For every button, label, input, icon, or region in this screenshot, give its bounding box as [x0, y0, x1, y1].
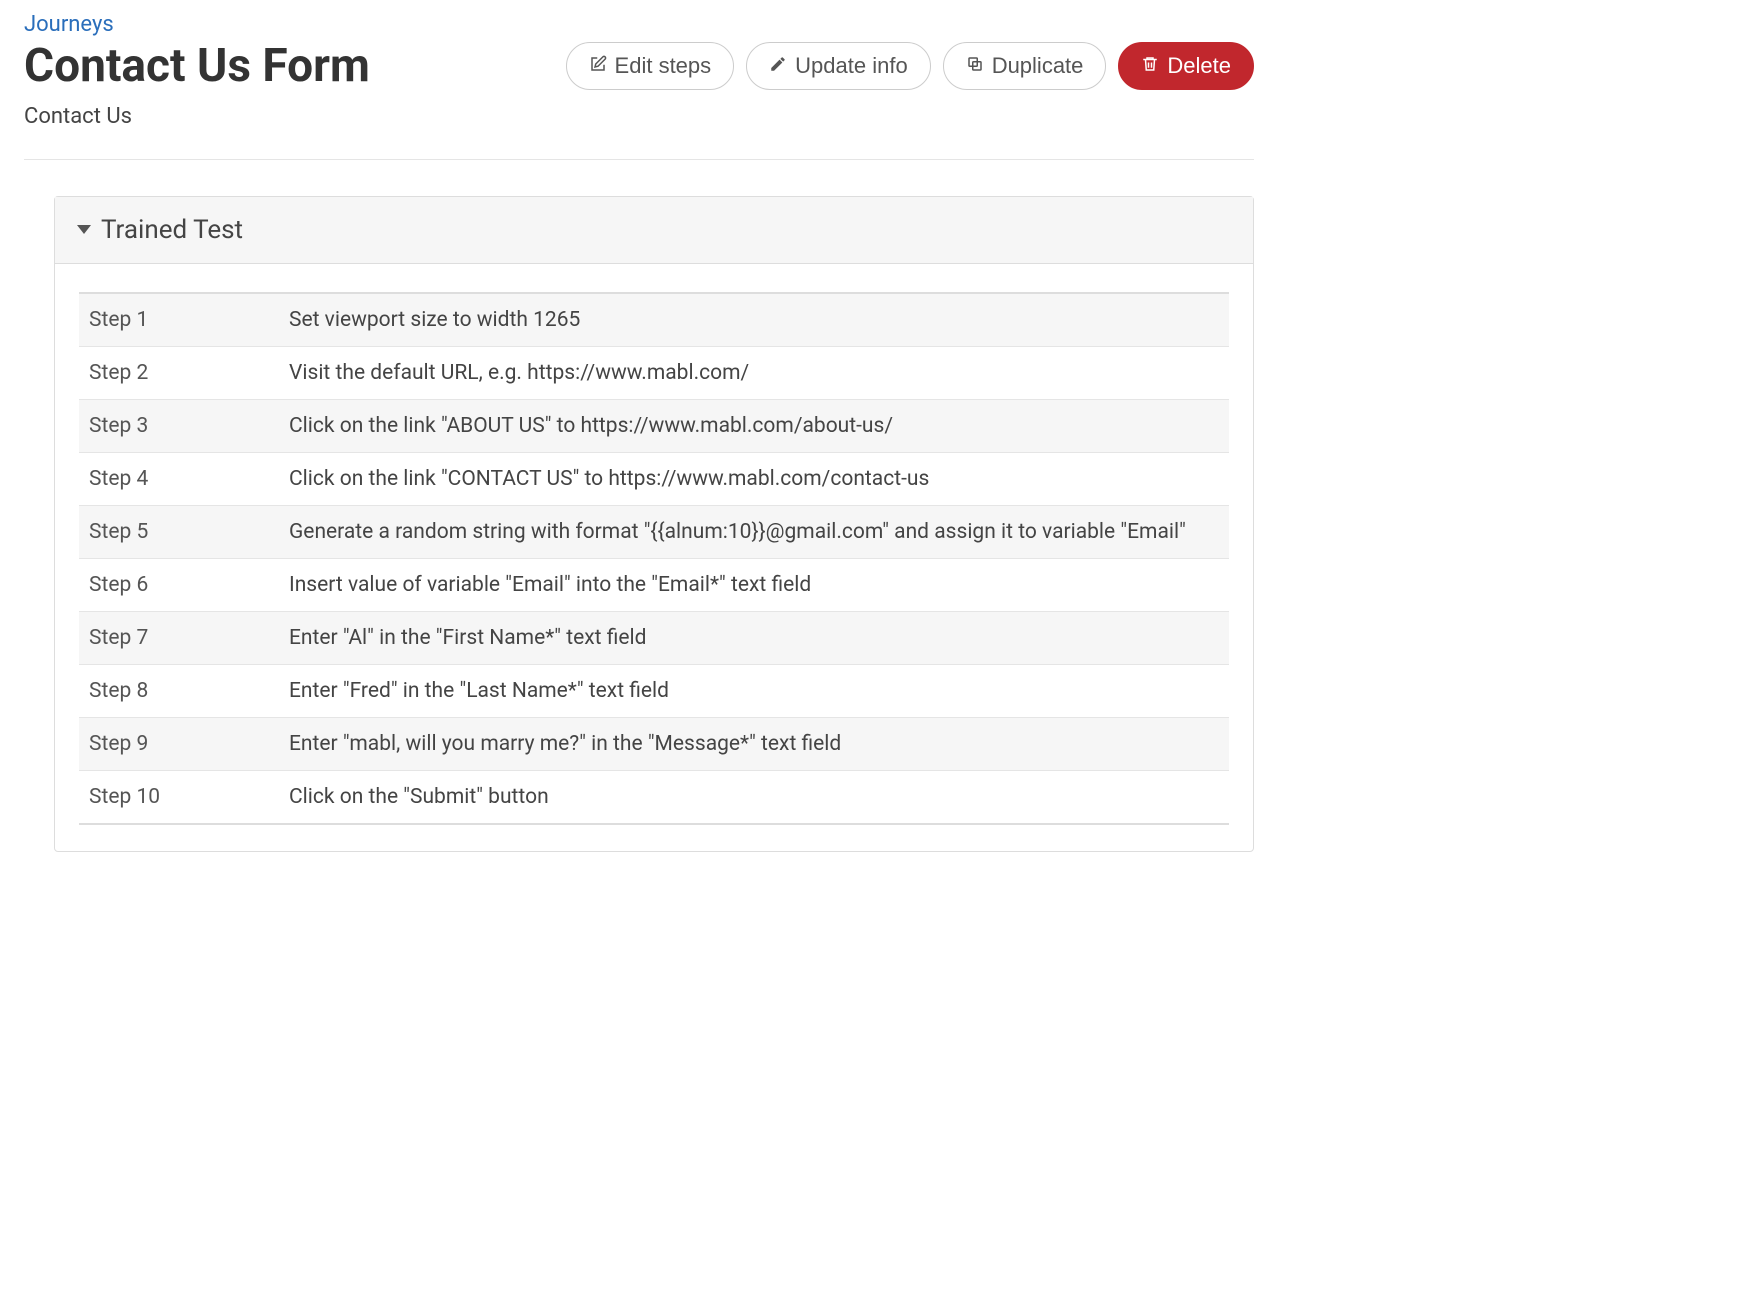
update-info-button[interactable]: Update info [746, 42, 931, 90]
step-label: Step 1 [79, 293, 279, 347]
step-description: Click on the link "CONTACT US" to https:… [279, 452, 1229, 505]
table-row[interactable]: Step 6Insert value of variable "Email" i… [79, 558, 1229, 611]
step-label: Step 4 [79, 452, 279, 505]
delete-label: Delete [1167, 53, 1231, 79]
header-row: Contact Us Form Edit steps Update info [24, 41, 1254, 92]
edit-steps-button[interactable]: Edit steps [566, 42, 735, 90]
step-description: Visit the default URL, e.g. https://www.… [279, 346, 1229, 399]
step-label: Step 2 [79, 346, 279, 399]
table-row[interactable]: Step 2Visit the default URL, e.g. https:… [79, 346, 1229, 399]
table-row[interactable]: Step 3Click on the link "ABOUT US" to ht… [79, 399, 1229, 452]
caret-down-icon [77, 225, 91, 234]
edit-steps-label: Edit steps [615, 53, 712, 79]
table-row[interactable]: Step 8Enter "Fred" in the "Last Name*" t… [79, 664, 1229, 717]
step-label: Step 10 [79, 770, 279, 824]
duplicate-icon [966, 53, 984, 79]
duplicate-label: Duplicate [992, 53, 1084, 79]
table-row[interactable]: Step 10Click on the "Submit" button [79, 770, 1229, 824]
step-description: Generate a random string with format "{{… [279, 505, 1229, 558]
panel-title: Trained Test [101, 215, 243, 245]
trained-test-panel: Trained Test Step 1Set viewport size to … [54, 196, 1254, 852]
step-description: Enter "Al" in the "First Name*" text fie… [279, 611, 1229, 664]
table-row[interactable]: Step 5Generate a random string with form… [79, 505, 1229, 558]
divider [24, 159, 1254, 160]
panel-body: Step 1Set viewport size to width 1265Ste… [55, 264, 1253, 851]
page-subtitle: Contact Us [24, 104, 1254, 129]
breadcrumb-link[interactable]: Journeys [24, 12, 1254, 37]
edit-icon [589, 53, 607, 79]
step-description: Set viewport size to width 1265 [279, 293, 1229, 347]
page-root: Journeys Contact Us Form Edit steps Upda… [0, 0, 1278, 892]
duplicate-button[interactable]: Duplicate [943, 42, 1107, 90]
page-title: Contact Us Form [24, 41, 370, 92]
delete-button[interactable]: Delete [1118, 42, 1254, 90]
step-label: Step 8 [79, 664, 279, 717]
pencil-icon [769, 53, 787, 79]
panel-header[interactable]: Trained Test [55, 197, 1253, 264]
action-bar: Edit steps Update info Duplicate [566, 42, 1254, 90]
step-description: Click on the "Submit" button [279, 770, 1229, 824]
table-row[interactable]: Step 9Enter "mabl, will you marry me?" i… [79, 717, 1229, 770]
steps-table: Step 1Set viewport size to width 1265Ste… [79, 292, 1229, 825]
table-row[interactable]: Step 1Set viewport size to width 1265 [79, 293, 1229, 347]
step-label: Step 7 [79, 611, 279, 664]
step-description: Enter "Fred" in the "Last Name*" text fi… [279, 664, 1229, 717]
step-description: Insert value of variable "Email" into th… [279, 558, 1229, 611]
update-info-label: Update info [795, 53, 908, 79]
trash-icon [1141, 53, 1159, 79]
step-label: Step 3 [79, 399, 279, 452]
step-description: Click on the link "ABOUT US" to https://… [279, 399, 1229, 452]
step-label: Step 5 [79, 505, 279, 558]
step-label: Step 6 [79, 558, 279, 611]
table-row[interactable]: Step 7Enter "Al" in the "First Name*" te… [79, 611, 1229, 664]
step-label: Step 9 [79, 717, 279, 770]
table-row[interactable]: Step 4Click on the link "CONTACT US" to … [79, 452, 1229, 505]
step-description: Enter "mabl, will you marry me?" in the … [279, 717, 1229, 770]
